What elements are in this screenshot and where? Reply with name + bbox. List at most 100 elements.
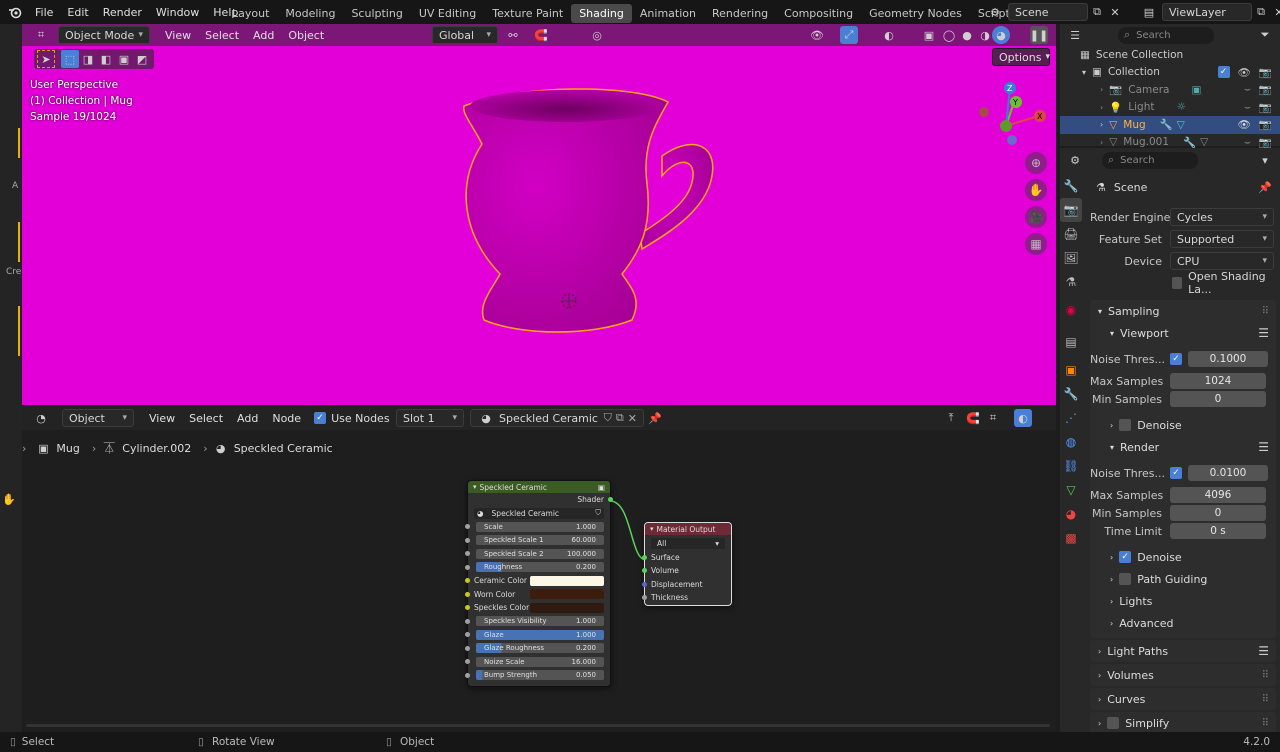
material-selector[interactable]: ◕ Speckled Ceramic ⛉ ⧉ ✕ xyxy=(470,409,644,427)
input-socket[interactable] xyxy=(465,564,470,570)
vp-denoise-subheader[interactable]: › Denoise xyxy=(1090,414,1276,436)
drag-handle-icon[interactable]: ⠿ xyxy=(1262,306,1269,317)
scene-icon[interactable]: ⚙ xyxy=(986,3,1004,21)
surface-socket[interactable] xyxy=(642,554,647,560)
presets-list-icon[interactable]: ☰ xyxy=(1258,644,1269,658)
osl-checkbox[interactable] xyxy=(1172,277,1183,289)
scene-selector[interactable]: Scene xyxy=(1008,3,1088,21)
group-node-header[interactable]: ▾ Speckled Ceramic ▣ xyxy=(468,481,610,493)
node-object-selector[interactable]: Object xyxy=(62,409,134,427)
path-guiding-subheader[interactable]: › Path Guiding xyxy=(1090,568,1276,590)
input-value-field[interactable]: Scale 1.000 xyxy=(476,521,604,532)
menu-render[interactable]: Render xyxy=(96,6,149,19)
pin-icon[interactable]: 📌 xyxy=(1258,181,1272,194)
properties-editor-icon[interactable]: ⚙ xyxy=(1066,151,1084,169)
input-socket[interactable] xyxy=(465,672,470,678)
object-tab-icon[interactable]: ▣ xyxy=(1060,358,1082,382)
presets-list-icon[interactable]: ☰ xyxy=(1258,440,1269,454)
options-button[interactable]: Options ▾ xyxy=(992,48,1050,66)
tool-tab-icon[interactable]: 🔧 xyxy=(1060,174,1082,198)
outliner-row-mug[interactable]: › ▽ Mug 🔧 ▽ 👁 📷 xyxy=(1060,116,1280,134)
simplify-checkbox[interactable] xyxy=(1107,717,1120,729)
input-socket[interactable] xyxy=(465,591,470,597)
r-denoise-subheader[interactable]: › ✓ Denoise xyxy=(1090,546,1276,568)
constraints-tab-icon[interactable]: ⛓ xyxy=(1060,454,1082,478)
tab-animation[interactable]: Animation xyxy=(632,4,704,23)
tab-rendering[interactable]: Rendering xyxy=(704,4,776,23)
group-input-row[interactable]: Worn Color xyxy=(465,588,610,602)
view-layer-selector[interactable]: ViewLayer xyxy=(1162,3,1252,21)
tab-geometry-nodes[interactable]: Geometry Nodes xyxy=(861,4,970,23)
shader-node-editor[interactable]: ◔ Object View Select Add Node ✓ Use Node… xyxy=(22,406,1056,732)
output-tab-icon[interactable]: 🖨 xyxy=(1060,222,1082,246)
vp-menu-view[interactable]: View xyxy=(158,29,198,42)
properties-options-icon[interactable]: ▾ xyxy=(1256,151,1274,169)
render-camera-icon[interactable]: 📷 xyxy=(1259,66,1272,79)
node-menu-view[interactable]: View xyxy=(142,412,182,425)
tab-modeling[interactable]: Modeling xyxy=(277,4,343,23)
time-limit-field[interactable]: 0 s xyxy=(1170,523,1266,539)
render-camera-icon[interactable]: 📷 xyxy=(1259,83,1272,96)
xray-icon[interactable]: ▣ xyxy=(920,26,938,44)
pivot-icon[interactable]: ⚯ xyxy=(504,26,522,44)
gizmo-toggle-icon[interactable]: ⤢ xyxy=(840,26,858,44)
breadcrumb-object[interactable]: Mug xyxy=(56,442,79,455)
r-max-field[interactable]: 4096 xyxy=(1170,487,1266,503)
node-menu-add[interactable]: Add xyxy=(230,412,265,425)
tab-compositing[interactable]: Compositing xyxy=(776,4,861,23)
presets-list-icon[interactable]: ☰ xyxy=(1258,326,1269,340)
input-socket[interactable] xyxy=(465,618,470,624)
curves-panel[interactable]: › Curves ⠿ xyxy=(1090,688,1276,710)
group-input-row[interactable]: Speckles Visibility 1.000 xyxy=(465,615,610,629)
pause-render-icon[interactable]: ❚❚ xyxy=(1030,26,1048,44)
render-subheader[interactable]: ▾ Render ☰ xyxy=(1090,436,1276,458)
input-value-field[interactable]: Glaze Roughness 0.200 xyxy=(476,643,604,654)
drag-handle-icon[interactable]: ⠿ xyxy=(1262,718,1269,729)
node-editor-scrollbar[interactable] xyxy=(26,724,1050,727)
group-input-row[interactable]: Glaze Roughness 0.200 xyxy=(465,642,610,656)
vp-min-field[interactable]: 0 xyxy=(1170,391,1266,407)
input-value-field[interactable]: Speckled Scale 2 100.000 xyxy=(476,548,604,559)
color-swatch[interactable] xyxy=(530,589,604,600)
wireframe-shading-icon[interactable]: ◯ xyxy=(940,26,958,44)
thickness-socket[interactable] xyxy=(642,595,647,600)
render-camera-icon[interactable]: 📷 xyxy=(1259,136,1272,149)
navigation-gizmo[interactable]: X Y Z xyxy=(974,80,1054,152)
volumes-panel[interactable]: › Volumes ⠿ xyxy=(1090,664,1276,686)
collection-tab-icon[interactable]: ▤ xyxy=(1060,326,1082,358)
new-scene-icon[interactable]: ⧉ xyxy=(1088,3,1106,21)
hand-icon[interactable]: ✋ xyxy=(0,490,18,508)
advanced-subheader[interactable]: › Advanced xyxy=(1090,612,1276,634)
input-socket[interactable] xyxy=(465,605,470,610)
menu-file[interactable]: File xyxy=(28,6,60,19)
outliner-row-camera[interactable]: › 📷 Camera ▣ ⌣ 📷 xyxy=(1060,81,1280,99)
data-tab-icon[interactable]: ▽ xyxy=(1060,478,1082,502)
viewport-subheader[interactable]: ▾ Viewport ☰ xyxy=(1090,322,1276,344)
shader-output-socket[interactable] xyxy=(608,497,613,502)
input-value-field[interactable]: Roughness 0.200 xyxy=(476,562,604,573)
output-target-selector[interactable]: All ▾ xyxy=(651,538,725,550)
pin-icon[interactable]: 📌 xyxy=(646,409,664,427)
filter-icon[interactable]: ⏷ xyxy=(1256,26,1274,44)
device-dropdown[interactable]: CPU xyxy=(1170,252,1274,270)
group-input-row[interactable]: Speckled Scale 2 100.000 xyxy=(465,547,610,561)
visibility-eye-icon[interactable]: ⌣ xyxy=(1244,83,1251,96)
physics-tab-icon[interactable]: ◍ xyxy=(1060,430,1082,454)
zoom-icon[interactable]: ⊕ xyxy=(1025,152,1047,174)
r-min-field[interactable]: 0 xyxy=(1170,505,1266,521)
color-swatch[interactable] xyxy=(530,575,604,586)
collection-exclude-checkbox[interactable]: ✓ xyxy=(1217,66,1230,79)
input-value-field[interactable]: Speckles Visibility 1.000 xyxy=(476,616,604,627)
parent-node-icon[interactable]: ⤒ xyxy=(942,409,960,427)
render-engine-dropdown[interactable]: Cycles xyxy=(1170,208,1274,226)
mode-selector[interactable]: Object Mode xyxy=(58,26,150,44)
ortho-toggle-icon[interactable]: ▦ xyxy=(1025,233,1047,255)
input-value-field[interactable]: Noize Scale 16.000 xyxy=(476,656,604,667)
tab-sculpting[interactable]: Sculpting xyxy=(343,4,410,23)
tab-layout[interactable]: Layout xyxy=(224,4,277,23)
visibility-icon[interactable]: 👁 xyxy=(808,26,826,44)
select-intersect-icon[interactable]: ▣ xyxy=(115,50,133,68)
outliner-row-scene-collection[interactable]: ▦ Scene Collection xyxy=(1060,46,1280,64)
group-node-speckled-ceramic[interactable]: ▾ Speckled Ceramic ▣ Shader ◕ Speckled C… xyxy=(465,480,613,687)
scene-tab-icon[interactable]: ⚗ xyxy=(1060,270,1082,294)
